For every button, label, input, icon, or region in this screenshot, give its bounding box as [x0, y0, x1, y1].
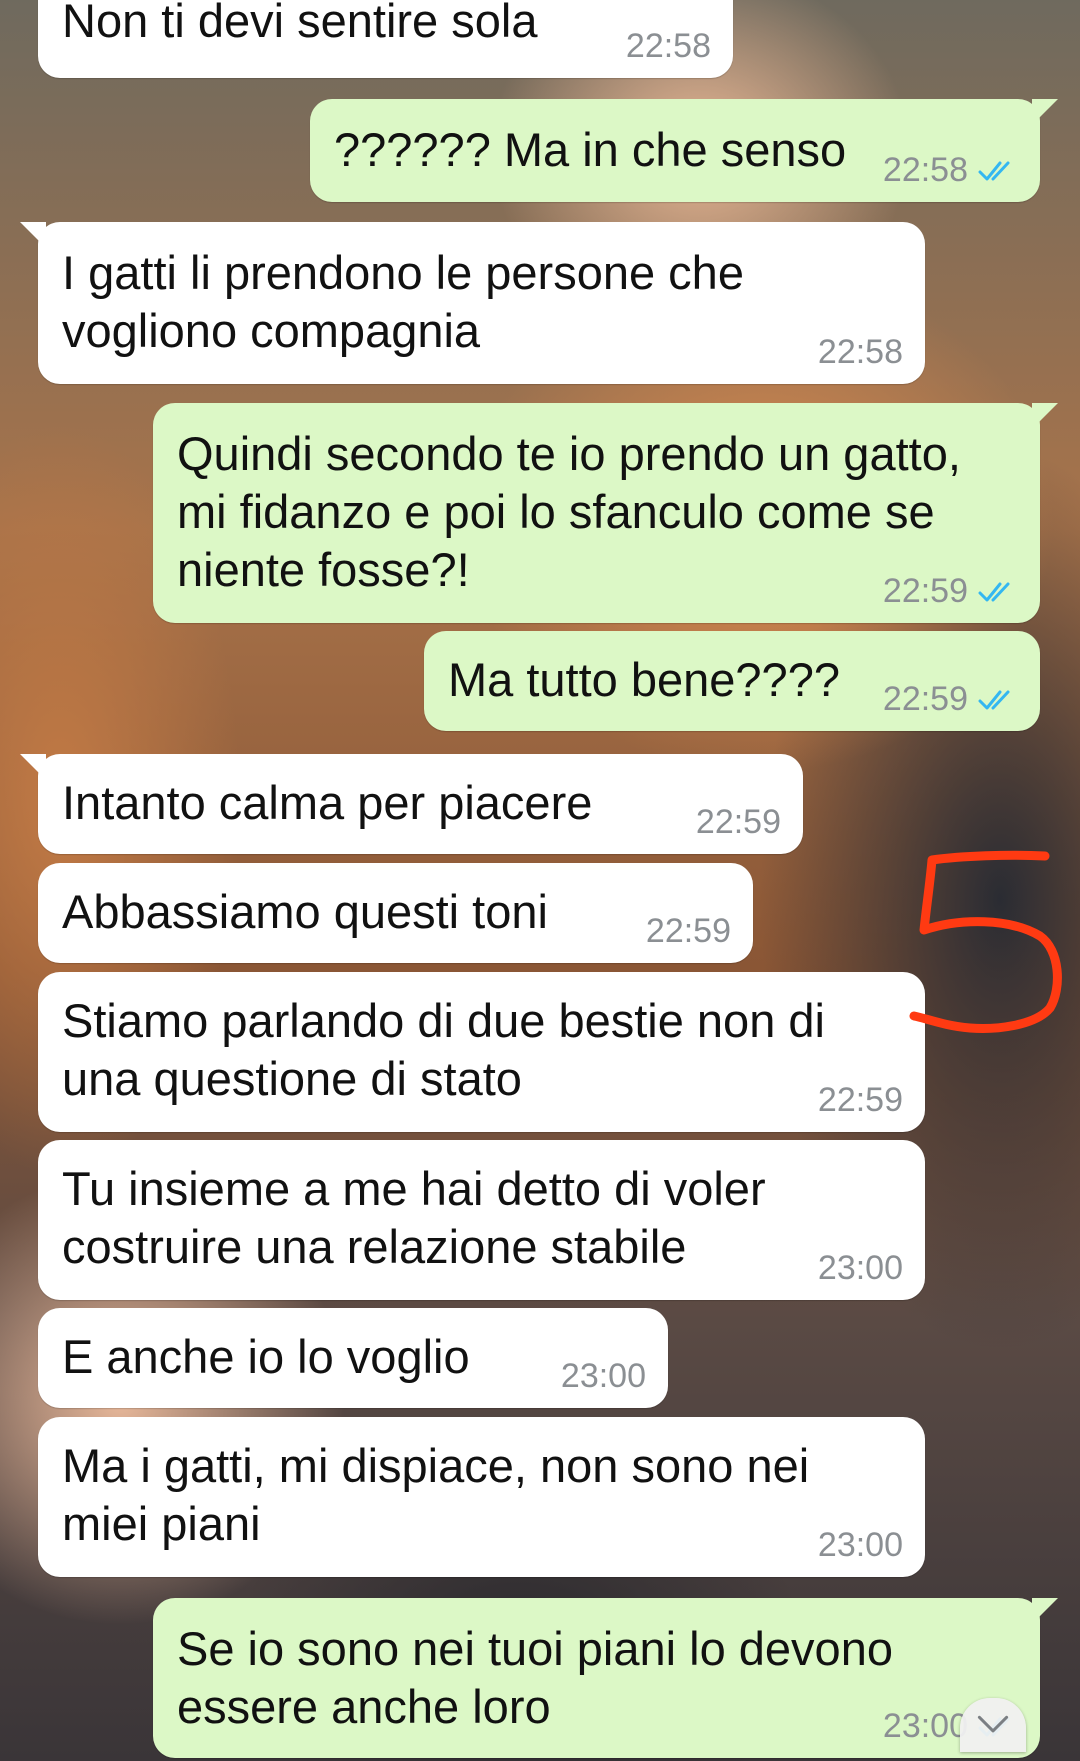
- message-meta: 22:59: [883, 680, 1018, 719]
- message-bubble-outgoing[interactable]: Se io sono nei tuoi piani lo devono esse…: [153, 1598, 1058, 1758]
- double-check-icon: [978, 690, 1010, 709]
- chevron-down-icon: [977, 1715, 1009, 1733]
- message-meta: 23:00: [561, 1357, 646, 1396]
- message-text: Tu insieme a me hai detto di voler costr…: [62, 1162, 766, 1273]
- message-meta: 22:59: [883, 572, 1018, 611]
- message-time: 22:59: [645, 912, 731, 950]
- message-time: 23:00: [882, 1707, 968, 1745]
- message-time: 22:58: [625, 27, 711, 65]
- message-bubble-incoming[interactable]: Intanto calma per piacere 22:59: [20, 754, 803, 854]
- double-check-icon: [978, 582, 1010, 601]
- message-text: Quindi secondo te io prendo un gatto, mi…: [177, 427, 961, 596]
- message-bubble-outgoing[interactable]: ?????? Ma in che senso 22:58: [310, 99, 1058, 202]
- message-text: Ma i gatti, mi dispiace, non sono nei mi…: [62, 1439, 810, 1550]
- message-bubble-incoming[interactable]: Stiamo parlando di due bestie non di una…: [38, 972, 925, 1132]
- message-time: 22:59: [695, 803, 781, 841]
- message-time: 22:59: [882, 572, 968, 610]
- handwritten-annotation: 5: [900, 848, 1062, 1033]
- message-text: Non ti devi sentire sola: [62, 0, 538, 47]
- message-text: Abbassiamo questi toni: [62, 885, 548, 938]
- message-meta: 22:59: [646, 912, 731, 951]
- message-meta: 22:59: [696, 803, 781, 842]
- message-meta: 23:00: [818, 1249, 903, 1288]
- scroll-to-bottom-button[interactable]: [960, 1698, 1026, 1752]
- message-meta: 22:58: [818, 333, 903, 372]
- annotation-text: 5: [900, 848, 901, 849]
- message-bubble-incoming[interactable]: Non ti devi sentire sola 22:58: [38, 0, 733, 78]
- message-time: 22:58: [882, 151, 968, 189]
- message-meta: 22:58: [626, 27, 711, 66]
- message-bubble-incoming[interactable]: E anche io lo voglio 23:00: [38, 1308, 668, 1408]
- message-bubble-incoming[interactable]: I gatti li prendono le persone che vogli…: [20, 222, 925, 384]
- message-time: 22:59: [817, 1081, 903, 1119]
- message-text: I gatti li prendono le persone che vogli…: [62, 246, 744, 357]
- message-bubble-incoming[interactable]: Abbassiamo questi toni 22:59: [38, 863, 753, 963]
- message-meta: 22:58: [883, 151, 1018, 190]
- message-bubble-outgoing[interactable]: Ma tutto bene???? 22:59: [424, 631, 1040, 731]
- message-time: 22:58: [817, 333, 903, 371]
- message-time: 23:00: [817, 1249, 903, 1287]
- message-meta: 22:59: [818, 1081, 903, 1120]
- message-time: 23:00: [560, 1357, 646, 1395]
- message-bubble-incoming[interactable]: Ma i gatti, mi dispiace, non sono nei mi…: [38, 1417, 925, 1577]
- message-text: ?????? Ma in che senso: [334, 123, 847, 176]
- message-text: Se io sono nei tuoi piani lo devono esse…: [177, 1622, 893, 1733]
- message-text: Intanto calma per piacere: [62, 776, 593, 829]
- message-meta: 23:00: [818, 1526, 903, 1565]
- double-check-icon: [978, 161, 1010, 180]
- message-time: 23:00: [817, 1526, 903, 1564]
- message-text: Stiamo parlando di due bestie non di una…: [62, 994, 825, 1105]
- message-bubble-incoming[interactable]: Tu insieme a me hai detto di voler costr…: [38, 1140, 925, 1300]
- message-bubble-outgoing[interactable]: Quindi secondo te io prendo un gatto, mi…: [153, 403, 1058, 623]
- message-text: Ma tutto bene????: [448, 653, 840, 706]
- message-text: E anche io lo voglio: [62, 1330, 470, 1383]
- message-time: 22:59: [882, 680, 968, 718]
